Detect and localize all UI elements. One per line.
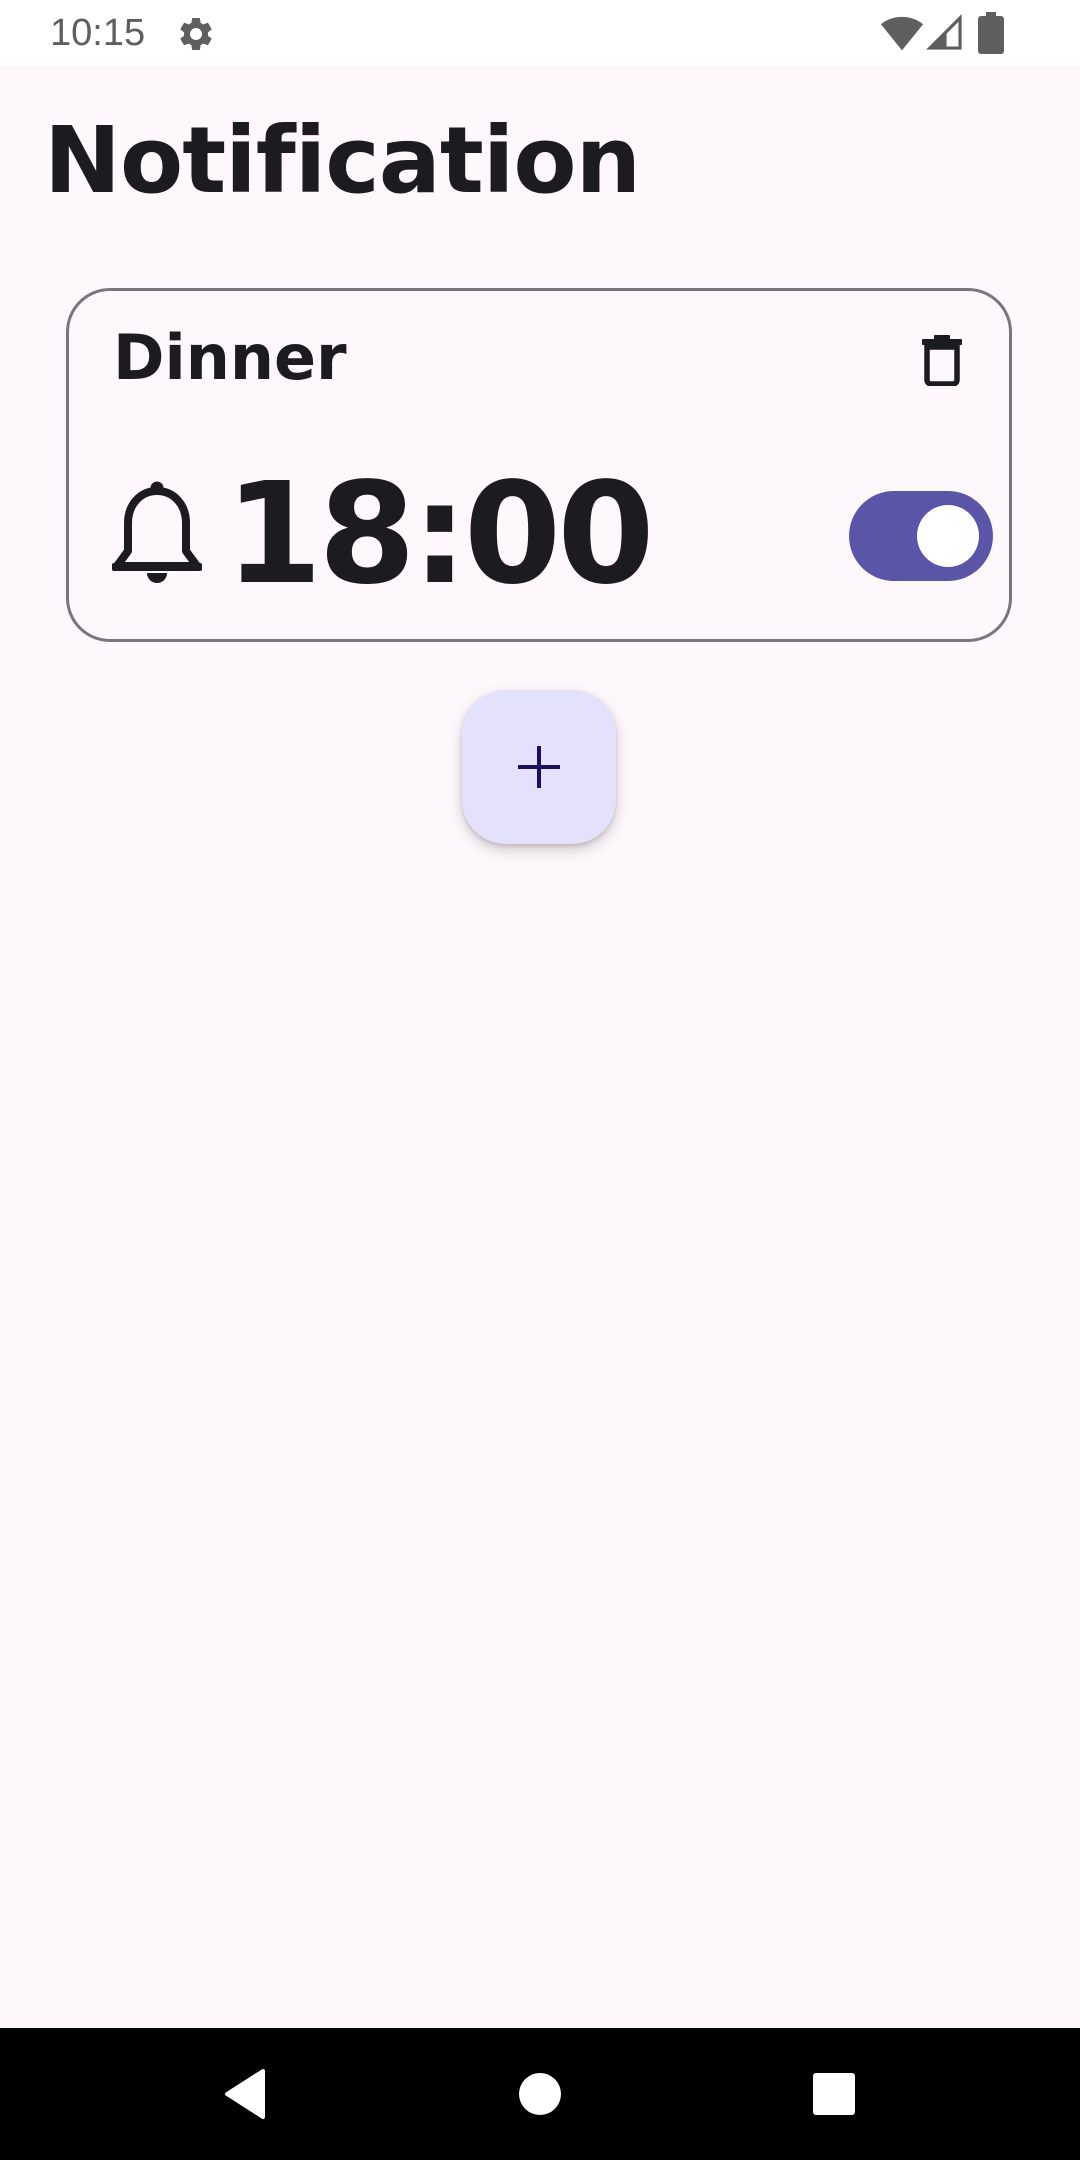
gear-icon — [180, 17, 212, 50]
back-icon — [225, 2069, 265, 2119]
notification-card[interactable]: Dinner 18:00 — [66, 288, 1012, 642]
bell-icon — [112, 481, 202, 583]
wifi-icon — [880, 16, 924, 51]
home-icon — [519, 2073, 561, 2115]
add-notification-button[interactable] — [462, 690, 616, 844]
delete-button[interactable] — [909, 327, 975, 393]
navigation-bar — [0, 2028, 1080, 2160]
home-button[interactable] — [500, 2054, 580, 2134]
status-bar: 10:15 — [0, 0, 1080, 66]
recents-button[interactable] — [794, 2054, 874, 2134]
battery-icon — [978, 12, 1004, 54]
plus-icon — [518, 746, 560, 788]
back-button[interactable] — [204, 2054, 284, 2134]
notification-time: 18:00 — [225, 453, 655, 616]
notification-title: Dinner — [113, 321, 347, 394]
notification-toggle[interactable] — [849, 491, 993, 581]
page-title: Notification — [44, 107, 641, 214]
signal-icon — [926, 14, 962, 50]
trash-icon — [922, 335, 962, 386]
toggle-thumb[interactable] — [917, 505, 979, 567]
status-time: 10:15 — [50, 12, 146, 54]
recents-icon — [813, 2073, 855, 2115]
